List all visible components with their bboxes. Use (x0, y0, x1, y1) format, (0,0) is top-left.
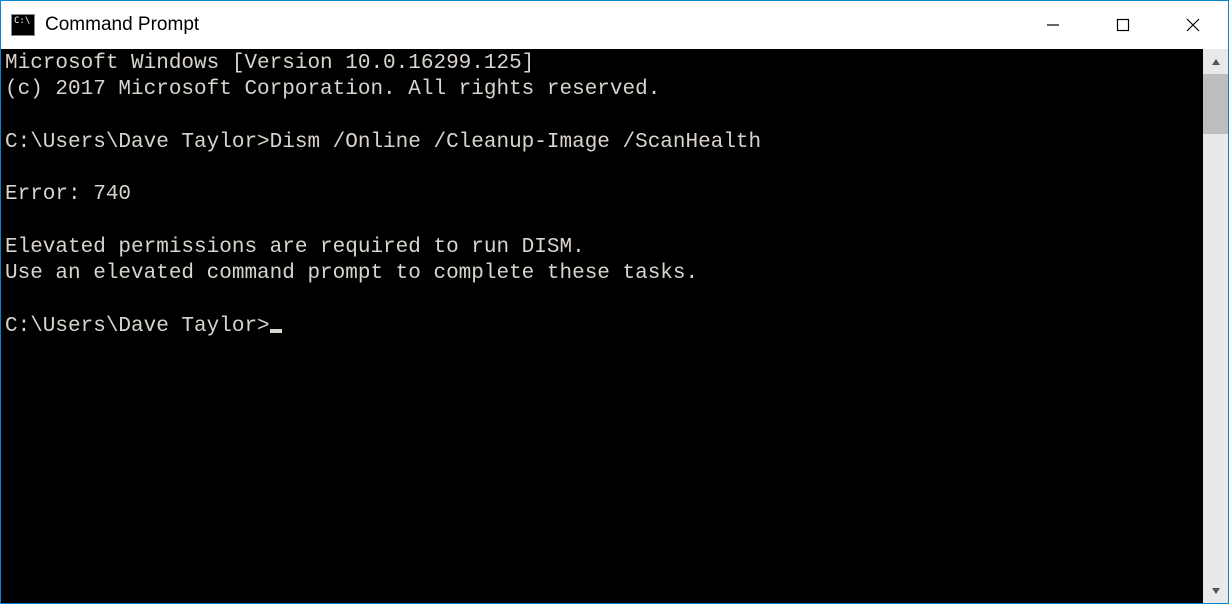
terminal-prompt: C:\Users\Dave Taylor> (5, 315, 270, 338)
scroll-down-button[interactable] (1203, 578, 1228, 603)
window-controls (1018, 1, 1228, 49)
window-title: Command Prompt (45, 14, 199, 36)
maximize-icon (1116, 18, 1130, 32)
terminal-cursor (270, 329, 282, 333)
terminal-line: Microsoft Windows [Version 10.0.16299.12… (5, 51, 1199, 77)
close-button[interactable] (1158, 1, 1228, 49)
command-prompt-window: Command Prompt Microsoft Windows [Versio… (0, 0, 1229, 604)
terminal-line (5, 209, 1199, 235)
chevron-down-icon (1211, 586, 1221, 596)
scrollbar-thumb[interactable] (1203, 74, 1228, 134)
terminal-line (5, 287, 1199, 313)
terminal-line: Use an elevated command prompt to comple… (5, 261, 1199, 287)
terminal-output[interactable]: Microsoft Windows [Version 10.0.16299.12… (1, 49, 1203, 603)
titlebar[interactable]: Command Prompt (1, 1, 1228, 49)
vertical-scrollbar[interactable] (1203, 49, 1228, 603)
chevron-up-icon (1211, 57, 1221, 67)
terminal-line: (c) 2017 Microsoft Corporation. All righ… (5, 77, 1199, 103)
maximize-button[interactable] (1088, 1, 1158, 49)
close-icon (1186, 18, 1200, 32)
terminal-line (5, 156, 1199, 182)
minimize-button[interactable] (1018, 1, 1088, 49)
terminal-line (5, 104, 1199, 130)
scroll-up-button[interactable] (1203, 49, 1228, 74)
terminal-line: C:\Users\Dave Taylor>Dism /Online /Clean… (5, 130, 1199, 156)
terminal-prompt-line[interactable]: C:\Users\Dave Taylor> (5, 314, 1199, 340)
terminal-line: Error: 740 (5, 182, 1199, 208)
app-icon (11, 14, 35, 36)
scrollbar-track[interactable] (1203, 74, 1228, 578)
terminal-container: Microsoft Windows [Version 10.0.16299.12… (1, 49, 1228, 603)
minimize-icon (1046, 18, 1060, 32)
terminal-line: Elevated permissions are required to run… (5, 235, 1199, 261)
